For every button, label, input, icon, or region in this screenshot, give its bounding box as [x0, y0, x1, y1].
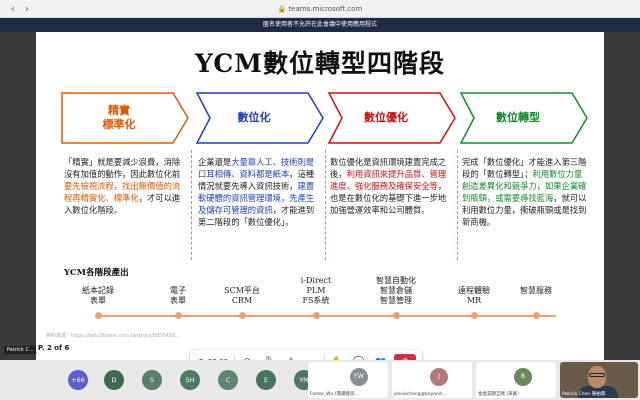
participant-avatar[interactable]: E: [256, 370, 276, 390]
overflow-participants-button[interactable]: +66: [68, 370, 88, 390]
timeline-label: i-Direct PLM FS系統: [286, 276, 346, 306]
divider: [191, 150, 192, 260]
divider: [325, 150, 326, 260]
timeline-label-line: SCM平台: [224, 286, 260, 295]
reference-text: 資料來源：https://adv.ithome.com.tw/story/085…: [46, 333, 180, 339]
participant-tile[interactable]: B 金金茲錦互睹 (來賓): [476, 362, 556, 398]
browser-toolbar: ‹ › 🔒 teams.microsoft.com: [0, 0, 640, 18]
timeline-label: 紙本記錄 表單: [68, 286, 128, 306]
timeline-label-line: 智慧管理: [380, 296, 412, 305]
timeline-dot: [393, 312, 400, 319]
participant-avatar[interactable]: C: [218, 370, 238, 390]
timeline-label-line: 智慧倉儲: [380, 286, 412, 295]
stage-2-label: 數位化: [237, 111, 271, 124]
participant-tile[interactable]: J jessiechang@beyond...: [392, 362, 472, 398]
timeline-label-line: 表單: [90, 296, 106, 305]
participant-name: jessiechang@beyond...: [394, 392, 447, 397]
video-figure: [588, 366, 606, 388]
timeline-label-line: 電子: [170, 286, 186, 295]
meeting-stage: YCM數位轉型四階段 精實 標準化 數位化 數位優化 數位轉型 「精實」就是要減…: [0, 32, 640, 374]
timeline-label-line: 遠程體驗: [458, 286, 490, 295]
timeline-dot: [239, 312, 246, 319]
stage-2-description: 企業還是大量靠人工、技術則是口耳相傳、資料都是紙本，這種情況就要先導入資訊技術，…: [198, 156, 320, 228]
participant-name: 金金茲錦互睹 (來賓): [478, 392, 519, 397]
anonymous-user-banner: 匿名使用者不允許在此會議中使用應用程式: [0, 18, 640, 32]
timeline-label-line: 紙本記錄: [82, 286, 114, 295]
stage-1-description: 「精實」就是要減少浪費，消除沒有加值的動作，因此數位化前要先檢視流程，找出無價值…: [64, 156, 186, 216]
back-icon[interactable]: ‹: [6, 2, 20, 16]
description-text: 利用資訊來提升品質、管理進度、強化服務及確保安全等: [330, 169, 447, 191]
participant-name: Patrick Chen 陳柏霖: [562, 392, 606, 397]
timeline-dot: [313, 312, 320, 319]
timeline-label: 遠程體驗 MR: [444, 286, 504, 306]
timeline-dot: [471, 312, 478, 319]
stage-4-label: 數位轉型: [496, 111, 540, 124]
timeline-label: 智慧服務: [506, 286, 566, 296]
description-text: 企業還是: [198, 157, 232, 167]
timeline-label-line: 智慧服務: [520, 286, 552, 295]
divider: [457, 150, 458, 260]
participant-avatar[interactable]: S: [142, 370, 162, 390]
timeline-label: 智慧自動化 智慧倉儲 智慧管理: [366, 276, 426, 306]
stage-4-description: 完成「數位優化」才能進入第三階段的「數位轉型」；利用數位力量創造差異化和競爭力，…: [462, 156, 588, 228]
timeline-dot: [175, 312, 182, 319]
slide-title: YCM數位轉型四階段: [195, 49, 445, 78]
participant-tile[interactable]: FW Foster_Wu (閱讀資訊...: [308, 362, 388, 398]
timeline-label-line: FS系統: [302, 296, 330, 305]
description-text: 「精實」就是要減少浪費，消除沒有加值的動作，因此數位化前: [64, 157, 181, 179]
stage-arrow-4: 數位轉型: [460, 92, 588, 144]
url-text: teams.microsoft.com: [288, 5, 363, 13]
avatar: FW: [350, 368, 368, 386]
forward-icon[interactable]: ›: [20, 2, 34, 16]
page-indicator: P. 2 of 6: [36, 344, 72, 352]
stage-3-label: 數位優化: [364, 111, 408, 124]
avatar: B: [514, 368, 532, 386]
lock-icon: 🔒: [277, 5, 287, 13]
timeline-title: YCM各階段產出: [64, 268, 129, 278]
stage-3-description: 數位優化是資訊環境建置完成之後，利用資訊來提升品質、管理進度、強化服務及確保安全…: [330, 156, 452, 216]
participant-avatar[interactable]: D: [104, 370, 124, 390]
presenter-video[interactable]: Patrick Chen 陳柏霖: [560, 362, 638, 398]
timeline-label-line: MR: [466, 296, 482, 305]
avatar: J: [430, 368, 448, 386]
participant-avatar[interactable]: SH: [180, 370, 200, 390]
video-figure: [589, 373, 605, 377]
shared-slide: YCM數位轉型四階段 精實 標準化 數位化 數位優化 數位轉型 「精實」就是要減…: [36, 32, 604, 360]
presenter-label: Patrick C...: [4, 346, 37, 354]
stage-1-line1: 精實: [108, 104, 130, 117]
timeline-line: [96, 315, 556, 317]
stage-1-line2: 標準化: [102, 118, 136, 131]
timeline-label-line: 智慧自動化: [376, 276, 416, 285]
timeline-label-line: CRM: [231, 296, 253, 305]
stage-arrow-1: 精實 標準化: [61, 92, 189, 144]
timeline-label: SCM平台 CRM: [212, 286, 272, 306]
participant-name: Foster_Wu (閱讀資訊...: [310, 392, 359, 397]
stage-arrow-2: 數位化: [196, 92, 324, 144]
timeline-dot: [533, 312, 540, 319]
stage-arrow-3: 數位優化: [328, 92, 456, 144]
timeline-label-line: PLM: [306, 286, 326, 295]
timeline-dot: [95, 312, 102, 319]
address-bar[interactable]: 🔒 teams.microsoft.com: [270, 3, 370, 15]
timeline-label-line: 表單: [170, 296, 186, 305]
timeline-label: 電子 表單: [148, 286, 208, 306]
timeline-label-line: i-Direct: [300, 276, 332, 285]
participant-strip: +66 D S SH C E YM FW Foster_Wu (閱讀資訊... J jes…: [0, 360, 640, 400]
